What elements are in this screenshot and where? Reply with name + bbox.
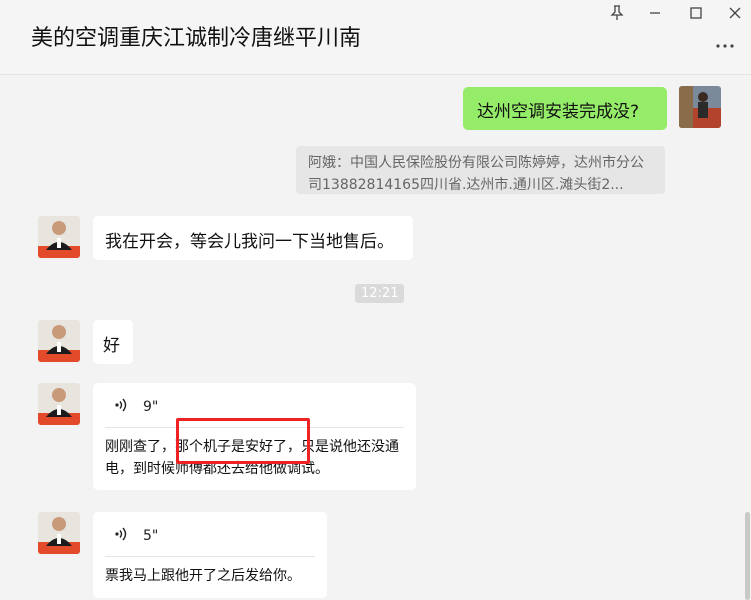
- timestamp: 12:21: [355, 284, 405, 303]
- quoted-text: 阿娥：中国人民保险股份有限公司陈婷婷，达州市分公司13882814165四川省.…: [308, 155, 644, 193]
- message-bubble-other[interactable]: 好: [93, 320, 133, 364]
- voice-wave-icon: [115, 397, 129, 417]
- voice-duration: 5": [143, 528, 159, 544]
- voice-transcript: 票我马上跟他开了之后发给你。: [105, 568, 301, 584]
- chat-title: 美的空调重庆江诚制冷唐继平川南: [31, 26, 362, 51]
- close-icon[interactable]: [724, 4, 746, 22]
- message-text: 达州空调安装完成没?: [477, 102, 640, 122]
- voice-message-bubble[interactable]: 5" 票我马上跟他开了之后发给你。: [93, 512, 327, 598]
- chat-header: 美的空调重庆江诚制冷唐继平川南: [0, 0, 751, 75]
- minimize-icon[interactable]: [644, 4, 666, 22]
- contact-avatar[interactable]: [38, 320, 80, 362]
- message-bubble-self[interactable]: 达州空调安装完成没?: [463, 87, 667, 130]
- message-bubble-other[interactable]: 我在开会，等会儿我问一下当地售后。: [93, 216, 413, 260]
- quoted-message[interactable]: 阿娥：中国人民保险股份有限公司陈婷婷，达州市分公司13882814165四川省.…: [296, 146, 665, 194]
- more-icon[interactable]: [715, 36, 735, 56]
- maximize-icon[interactable]: [685, 4, 707, 22]
- contact-avatar[interactable]: [38, 512, 80, 554]
- contact-avatar[interactable]: [38, 383, 80, 425]
- scrollbar[interactable]: [745, 512, 750, 600]
- highlight-box: [176, 418, 310, 464]
- voice-wave-icon: [115, 526, 129, 546]
- voice-header[interactable]: 5": [105, 516, 315, 557]
- pin-icon[interactable]: [606, 4, 628, 22]
- message-text: 我在开会，等会儿我问一下当地售后。: [105, 232, 394, 252]
- voice-duration: 9": [143, 399, 159, 415]
- self-avatar[interactable]: [679, 86, 721, 128]
- contact-avatar[interactable]: [38, 216, 80, 258]
- message-text: 好: [103, 336, 120, 356]
